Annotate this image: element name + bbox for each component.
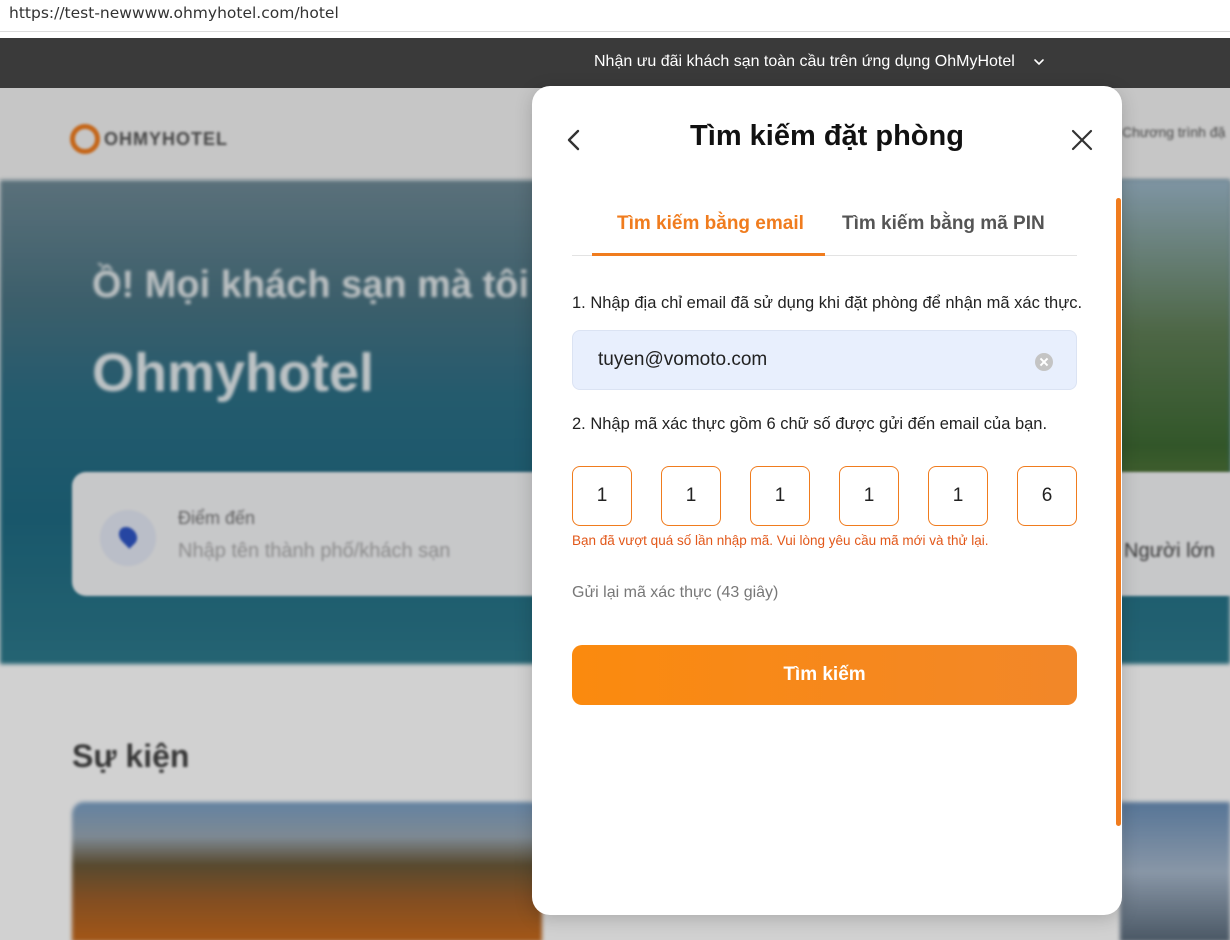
modal-title: Tìm kiếm đặt phòng — [690, 120, 964, 152]
browser-url-bar[interactable]: https://test-newwww.ohmyhotel.com/hotel — [0, 0, 1230, 32]
resend-code-link[interactable]: Gửi lại mã xác thực (43 giây) — [572, 584, 778, 602]
url-text[interactable]: https://test-newwww.ohmyhotel.com/hotel — [9, 4, 339, 22]
chevron-down-icon[interactable] — [1033, 56, 1045, 68]
clear-icon[interactable] — [1035, 353, 1053, 371]
search-button[interactable]: Tìm kiếm — [572, 645, 1077, 705]
active-tab-indicator — [592, 253, 825, 256]
tab-pin[interactable]: Tìm kiếm bằng mã PIN — [842, 213, 1045, 235]
booking-search-modal: Tìm kiếm đặt phòng Tìm kiếm bằng email T… — [532, 86, 1122, 915]
code-digit-6[interactable]: 6 — [1017, 466, 1077, 526]
promo-text[interactable]: Nhận ưu đãi khách sạn toàn cầu trên ứng … — [594, 53, 1015, 71]
code-digit-1[interactable]: 1 — [572, 466, 632, 526]
email-field[interactable] — [598, 345, 1018, 375]
close-icon[interactable] — [1070, 128, 1094, 152]
code-error-message: Bạn đã vượt quá số lần nhập mã. Vui lòng… — [572, 533, 989, 548]
tab-email[interactable]: Tìm kiếm bằng email — [617, 213, 804, 235]
search-method-tabs: Tìm kiếm bằng email Tìm kiếm bằng mã PIN — [572, 196, 1077, 256]
code-instruction: 2. Nhập mã xác thực gồm 6 chữ số được gử… — [572, 415, 1048, 433]
modal-scrollbar[interactable] — [1116, 198, 1121, 826]
code-digit-2[interactable]: 1 — [661, 466, 721, 526]
code-digit-3[interactable]: 1 — [750, 466, 810, 526]
email-instruction: 1. Nhập địa chỉ email đã sử dụng khi đặt… — [572, 294, 1083, 312]
email-field-container — [572, 330, 1077, 390]
promo-banner[interactable]: Nhận ưu đãi khách sạn toàn cầu trên ứng … — [0, 38, 1230, 88]
code-digit-4[interactable]: 1 — [839, 466, 899, 526]
code-digit-5[interactable]: 1 — [928, 466, 988, 526]
